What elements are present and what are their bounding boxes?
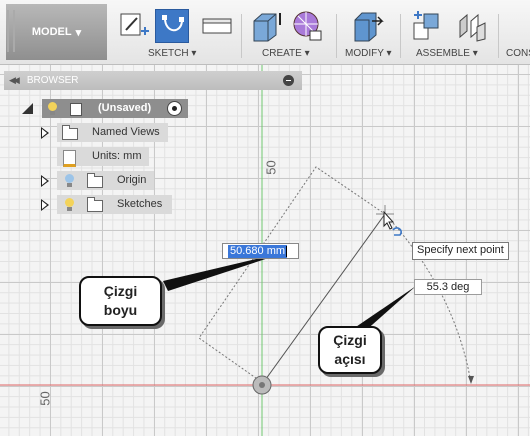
line-length-value: 50.680 mm — [228, 245, 288, 258]
dropdown-icon: ▾ — [75, 26, 82, 39]
divider — [400, 14, 401, 58]
create-group-label[interactable]: CREATE ▾ — [262, 48, 310, 59]
new-component-button[interactable] — [410, 9, 444, 43]
tree-item-label: Origin — [117, 174, 147, 186]
folder-icon — [87, 173, 103, 188]
lightbulb-off-icon[interactable] — [65, 174, 74, 187]
tree-root-expander[interactable] — [22, 103, 33, 114]
divider — [336, 14, 337, 58]
browser-header[interactable]: ◀◀ BROWSER — [4, 71, 302, 90]
grip-handle-icon[interactable] — [7, 10, 15, 52]
tree-item-label: Units: mm — [92, 150, 142, 162]
angle-callout: Çizgi açısı — [318, 326, 382, 374]
lightbulb-on-icon[interactable] — [65, 198, 74, 211]
assemble-group-label[interactable]: ASSEMBLE ▾ — [416, 48, 478, 59]
line-tool-button[interactable] — [155, 9, 189, 43]
text-caret — [286, 246, 287, 257]
collapse-icon[interactable]: ◀◀ — [9, 75, 20, 86]
line-length-input[interactable]: 50.680 mm — [222, 243, 299, 259]
tree-item-label: Sketches — [117, 198, 163, 210]
callout-line: Çizgi — [333, 332, 367, 348]
folder-icon — [87, 197, 103, 212]
divider — [241, 14, 242, 58]
tree-item-sketches[interactable]: Sketches — [57, 195, 172, 214]
root-label: (Unsaved) — [98, 102, 152, 114]
workspace-switcher[interactable]: MODEL ▾ — [6, 4, 107, 60]
line-angle-input[interactable]: 55.3 deg — [414, 279, 482, 295]
toolbar: MODEL ▾ SKETCH ▾ CREATE ▾ MODIFY ▾ ASSEM… — [0, 0, 530, 65]
sketch-group-label[interactable]: SKETCH ▾ — [148, 48, 196, 59]
origin-center — [259, 382, 265, 388]
sketch-geometry — [0, 64, 530, 436]
cursor-tooltip: Specify next point — [412, 242, 509, 260]
rectangle-tool-button[interactable] — [200, 9, 234, 43]
joint-button[interactable] — [455, 9, 489, 43]
ruler-label-top: 50 — [263, 160, 279, 175]
callout-line: açısı — [334, 351, 366, 367]
workspace-label: MODEL — [31, 26, 72, 38]
tree-item-label: Named Views — [92, 126, 160, 138]
lightbulb-on-icon[interactable] — [48, 102, 57, 115]
minimize-icon[interactable] — [283, 75, 294, 86]
extrude-button[interactable] — [250, 9, 284, 43]
document-icon — [63, 150, 76, 167]
cursor-icon — [376, 205, 402, 236]
callout-line: boyu — [103, 302, 138, 318]
browser-title: BROWSER — [26, 75, 79, 86]
form-button[interactable] — [291, 9, 325, 43]
length-callout: Çizgi boyu — [79, 276, 162, 326]
expand-arrow-icon[interactable] — [41, 199, 49, 211]
divider — [498, 14, 499, 58]
create-sketch-button[interactable] — [117, 9, 151, 43]
tree-item-named-views[interactable]: Named Views — [57, 123, 168, 142]
callout-line: Çizgi — [103, 283, 138, 299]
arc-arrow — [468, 376, 474, 384]
press-pull-button[interactable] — [352, 9, 386, 43]
modify-group-label[interactable]: MODIFY ▾ — [345, 48, 392, 59]
tree-item-origin[interactable]: Origin — [57, 171, 154, 190]
document-icon — [70, 103, 82, 116]
tree-root[interactable]: (Unsaved) — [42, 99, 188, 118]
radio-dot-icon — [172, 106, 177, 111]
expand-arrow-icon[interactable] — [41, 175, 49, 187]
ruler-label-left: 50 — [37, 391, 53, 406]
expand-arrow-icon[interactable] — [41, 127, 49, 139]
folder-icon — [62, 125, 78, 140]
tree-item-units[interactable]: Units: mm — [57, 147, 149, 167]
construct-group-label[interactable]: CONS — [506, 48, 530, 59]
